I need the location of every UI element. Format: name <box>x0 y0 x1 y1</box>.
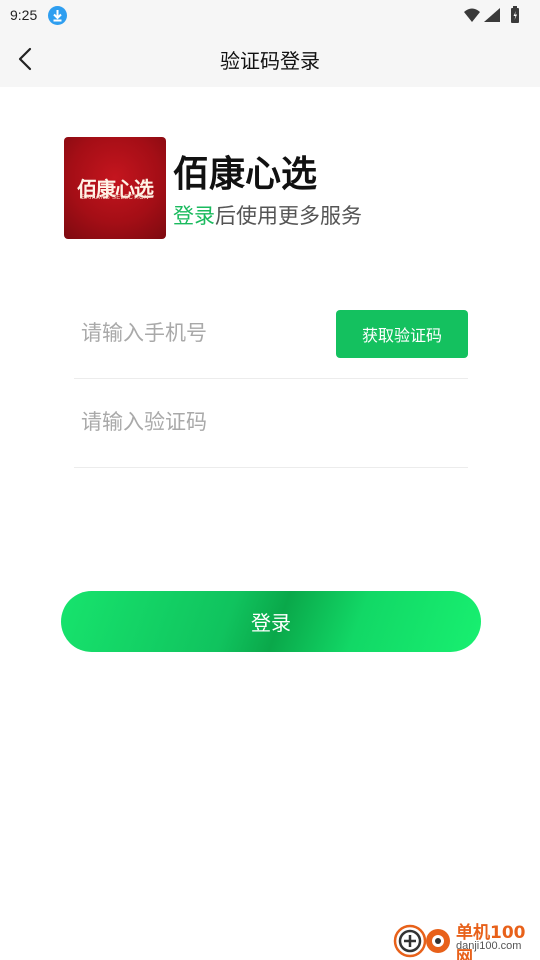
watermark: 单机100网 danji100.com <box>390 915 540 960</box>
app-header: 验证码登录 <box>0 32 540 87</box>
code-input[interactable] <box>74 399 468 445</box>
login-button[interactable]: 登录 <box>61 591 481 652</box>
subtitle-highlight: 登录 <box>173 204 215 228</box>
logo-text-en: BAIKANG SELECTION <box>81 195 149 201</box>
status-icons <box>464 6 519 23</box>
battery-icon <box>511 6 519 23</box>
subtitle-rest: 后使用更多服务 <box>215 204 362 228</box>
signal-icon <box>484 8 500 22</box>
wifi-icon <box>464 8 480 22</box>
download-icon <box>48 6 67 25</box>
divider <box>74 378 468 379</box>
page-title: 验证码登录 <box>220 49 320 73</box>
brand-name: 佰康心选 <box>173 154 318 195</box>
app-logo: 佰康心选 BAIKANG SELECTION <box>64 137 166 239</box>
brand-subtitle: 登录后使用更多服务 <box>173 200 362 230</box>
status-time: 9:25 <box>10 7 38 23</box>
watermark-site-cn: 单机100网 <box>456 923 526 960</box>
watermark-logo-icon <box>393 924 450 958</box>
get-code-button[interactable]: 获取验证码 <box>336 310 468 358</box>
status-bar: 9:25 <box>0 0 540 32</box>
watermark-site-url: danji100.com <box>456 940 522 952</box>
phone-input[interactable] <box>74 310 324 356</box>
divider <box>74 467 468 468</box>
